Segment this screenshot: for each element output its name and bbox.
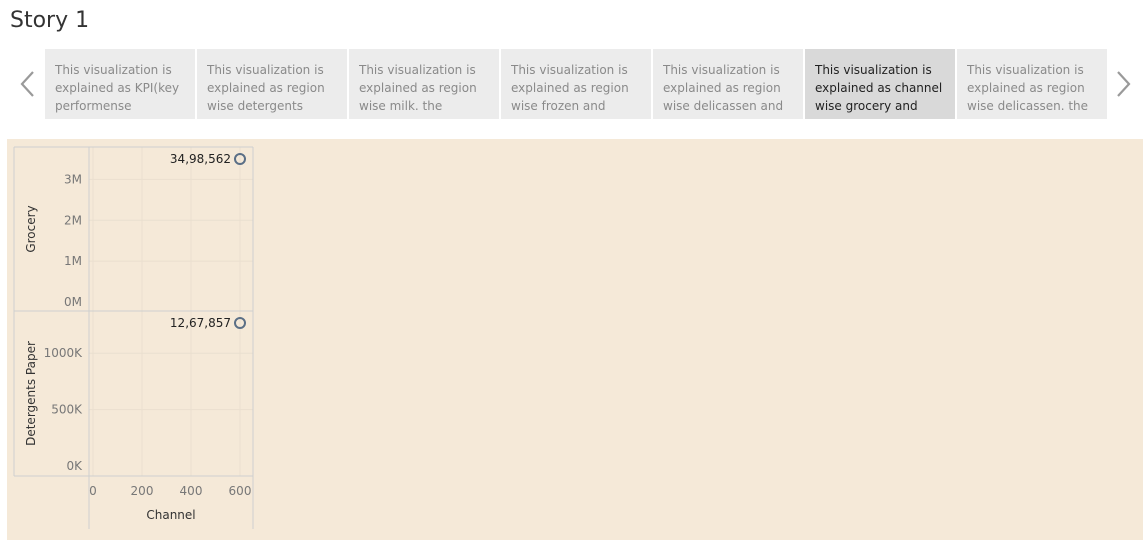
scatter-chart[interactable]: 0M 1M 2M 3M Grocery 34,98,562 0K 500K 1000K Deter… xyxy=(7,139,1143,540)
story-point-6[interactable]: This visualization is explained as chann… xyxy=(805,49,955,119)
story-point-caption: This visualization is explained as regio… xyxy=(207,63,325,113)
data-label: 34,98,562 xyxy=(170,152,231,166)
previous-story-point-button[interactable] xyxy=(14,66,42,102)
story-point-caption: This visualization is explained as regio… xyxy=(967,63,1089,113)
story-points-navigator: This visualization is explained as KPI(k… xyxy=(45,49,1107,119)
story-point-caption: This visualization is explained as chann… xyxy=(815,63,943,113)
y-tick-label: 0K xyxy=(66,459,83,473)
chevron-left-icon xyxy=(20,71,34,97)
next-story-point-button[interactable] xyxy=(1109,66,1137,102)
y-tick-label: 1M xyxy=(64,254,82,268)
x-tick-label: 600 xyxy=(229,484,252,498)
dashboard-area: 0M 1M 2M 3M Grocery 34,98,562 0K 500K 1000K Deter… xyxy=(7,139,1143,540)
chevron-right-icon xyxy=(1117,71,1131,97)
x-axis-title: Channel xyxy=(146,508,195,522)
y-tick-label: 2M xyxy=(64,213,82,227)
story-point-caption: This visualization is explained as KPI(k… xyxy=(55,63,180,113)
y-tick-label: 1000K xyxy=(44,346,84,360)
story-point-3[interactable]: This visualization is explained as regio… xyxy=(349,49,499,119)
x-tick-label: 400 xyxy=(180,484,203,498)
x-tick-label: 200 xyxy=(131,484,154,498)
y-tick-label: 500K xyxy=(51,403,83,417)
data-label: 12,67,857 xyxy=(170,316,231,330)
story-point-4[interactable]: This visualization is explained as regio… xyxy=(501,49,651,119)
y-axis-title: Grocery xyxy=(24,205,38,252)
x-tick-label: 0 xyxy=(89,484,97,498)
story-point-2[interactable]: This visualization is explained as regio… xyxy=(197,49,347,119)
story-point-7[interactable]: This visualization is explained as regio… xyxy=(957,49,1107,119)
story-point-1[interactable]: This visualization is explained as KPI(k… xyxy=(45,49,195,119)
story-title: Story 1 xyxy=(10,8,90,33)
story-point-caption: This visualization is explained as regio… xyxy=(663,63,784,113)
y-tick-label: 0M xyxy=(64,295,82,309)
y-axis-title: Detergents Paper xyxy=(24,341,38,446)
y-tick-label: 3M xyxy=(64,172,82,186)
story-point-5[interactable]: This visualization is explained as regio… xyxy=(653,49,803,119)
story-point-caption: This visualization is explained as regio… xyxy=(359,63,477,113)
story-point-caption: This visualization is explained as regio… xyxy=(511,63,629,113)
